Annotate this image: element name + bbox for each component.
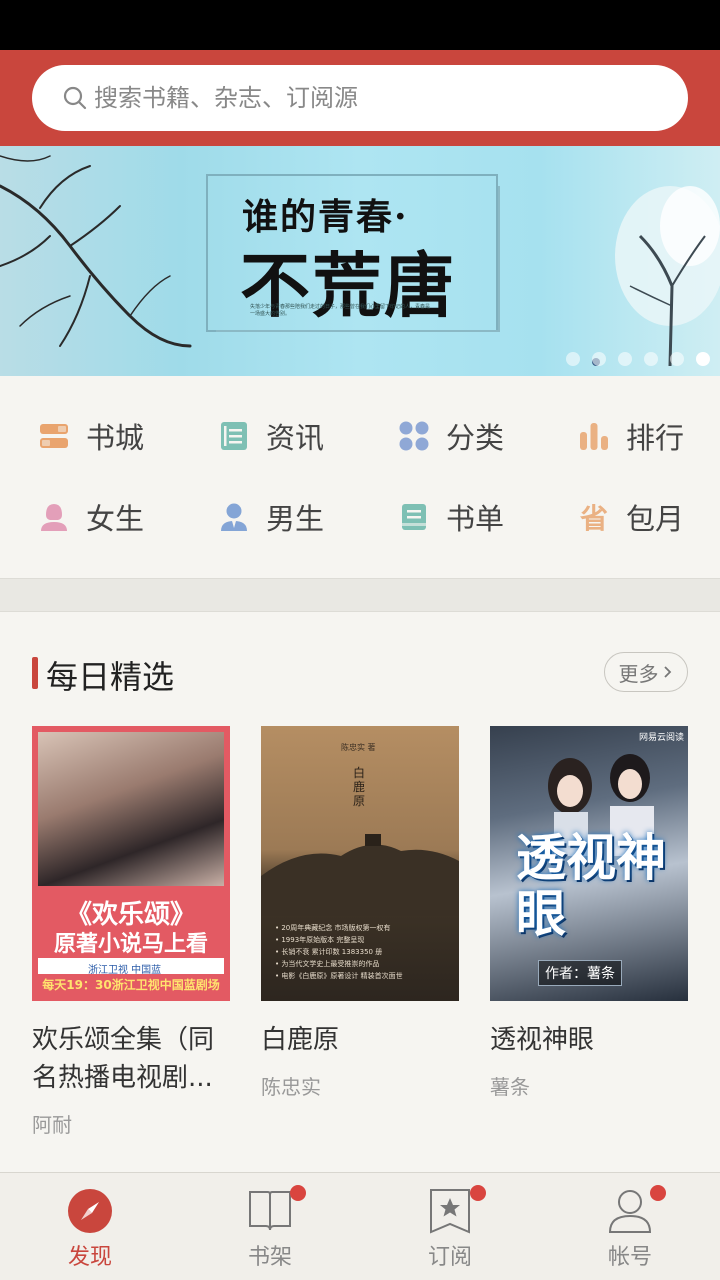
book-author: 薯条: [490, 1075, 530, 1099]
account-icon: [608, 1190, 652, 1233]
compass-icon: [68, 1189, 112, 1233]
cover-author: 作者：薯条: [538, 960, 622, 986]
male-icon: [221, 503, 247, 531]
tree-branch-left-illustration: [0, 155, 192, 348]
nav-item-bookstore[interactable]: 书城: [0, 406, 180, 466]
cover-publisher: 网易云阅读: [638, 733, 684, 743]
tab-discover[interactable]: 发现: [0, 1173, 180, 1280]
cover-note: • 20周年典藏纪念 市场版权第一权有: [275, 924, 391, 932]
tab-subscribe[interactable]: 订阅: [360, 1173, 540, 1280]
cover-logo-text: 浙江卫视 中国蓝: [88, 965, 162, 976]
tab-label-account: 帐号: [607, 1245, 652, 1270]
bookshelf-icon: [249, 1191, 291, 1231]
nav-label-male: 男生: [266, 502, 325, 536]
nav-label-monthly: 包月: [626, 502, 685, 536]
cover-vertical-title: 白鹿原: [353, 766, 366, 808]
tab-account[interactable]: 帐号: [540, 1173, 720, 1280]
cover-note: • 电影《白鹿原》原著设计 精装首次面世: [275, 972, 403, 980]
nav-item-monthly[interactable]: 省 包月: [540, 487, 720, 547]
book-author: 阿耐: [32, 1113, 72, 1137]
search-header: [0, 50, 720, 146]
tab-label-discover: 发现: [67, 1245, 112, 1270]
cover-note: • 1993年原始版本 完整呈现: [275, 936, 365, 944]
bookstore-icon: [40, 424, 68, 448]
search-box[interactable]: [32, 65, 688, 131]
more-label: 更多: [618, 661, 659, 686]
subscribe-icon: [430, 1189, 470, 1234]
promo-banner[interactable]: 谁的青春· 不荒唐 失落少年与青春那些陪我们走过的日子，那些曾在我们心里留下印记…: [0, 146, 720, 376]
nav-label-booklist: 书单: [446, 502, 505, 536]
book-card-2[interactable]: 陈忠实 著 白鹿原 • 20周年典藏纪念 市场版权第一权有 • 1993年原始版…: [261, 726, 459, 1100]
nav-label-bookstore: 书城: [86, 421, 145, 455]
section-title-daily: 每日精选: [46, 658, 175, 696]
nav-item-category[interactable]: 分类: [360, 406, 540, 466]
search-icon: [63, 86, 87, 110]
nav-item-booklist[interactable]: 书单: [360, 487, 540, 547]
book-title: 透视神眼: [490, 1025, 595, 1055]
book-card-3[interactable]: 网易云阅读 透视神眼 作者：薯条 透视神眼 薯条: [490, 726, 688, 1100]
status-bar: [0, 0, 720, 50]
book-title: 欢乐颂全集（同名热播电视剧...: [32, 1025, 215, 1093]
female-icon: [41, 504, 67, 531]
nav-label-female: 女生: [86, 502, 145, 536]
cover-notes: • 20周年典藏纪念 市场版权第一权有 • 1993年原始版本 完整呈现 • 长…: [275, 922, 403, 982]
cover-logo-strip: 浙江卫视 中国蓝: [38, 958, 224, 976]
svg-text:省: 省: [580, 502, 608, 533]
tab-icon-wrap: [606, 1185, 666, 1235]
cover-note: • 为当代文学史上最受推崇的作品: [275, 960, 380, 968]
tab-icon-wrap: [66, 1187, 114, 1235]
nav-item-ranking[interactable]: 排行: [540, 406, 720, 466]
bottom-tab-bar: 发现 书架 订阅 帐号: [0, 1172, 720, 1280]
cover-big-title: 透视神眼: [516, 828, 666, 943]
nav-item-female[interactable]: 女生: [0, 487, 180, 547]
category-nav-grid: 书城 资讯 分类 排行 女生 男生 书单 省 包月: [0, 376, 720, 578]
cover-subtitle: 原著小说马上看: [53, 932, 208, 957]
banner-dot-2[interactable]: [592, 352, 606, 366]
nav-label-news: 资讯: [266, 421, 325, 455]
book-cover-2[interactable]: 陈忠实 著 白鹿原 • 20周年典藏纪念 市场版权第一权有 • 1993年原始版…: [261, 726, 459, 1001]
more-button[interactable]: 更多: [604, 652, 688, 692]
section-accent-bar: [32, 657, 38, 689]
banner-dot-6[interactable]: [696, 352, 710, 366]
news-icon: [221, 422, 247, 450]
book-cover-3[interactable]: 网易云阅读 透视神眼 作者：薯条: [490, 726, 688, 1001]
cover-photo: [38, 732, 224, 886]
section-divider: [0, 578, 720, 612]
subscribe-badge: [470, 1185, 486, 1201]
monthly-icon: 省: [580, 502, 608, 533]
cover-note: • 长销不衰 累计印数 1383350 册: [275, 948, 383, 956]
book-author: 陈忠实: [261, 1075, 321, 1099]
search-input[interactable]: [94, 84, 634, 112]
chevron-right-icon: [663, 666, 671, 678]
banner-dot-4[interactable]: [644, 352, 658, 366]
banner-dot-1[interactable]: [566, 352, 580, 366]
cover-header: 陈忠实 著: [341, 743, 376, 752]
booklist-icon: [402, 504, 426, 530]
bookshelf-badge: [290, 1185, 306, 1201]
tab-label-bookshelf: 书架: [247, 1245, 292, 1270]
snowy-tree-right-illustration: [592, 186, 720, 367]
tab-label-subscribe: 订阅: [427, 1245, 472, 1270]
tab-bookshelf[interactable]: 书架: [180, 1173, 360, 1280]
banner-dot-5[interactable]: [670, 352, 684, 366]
book-cover-1[interactable]: 《欢乐颂》 原著小说马上看 浙江卫视 中国蓝 每天19：30浙江卫视中国蓝剧场: [32, 726, 230, 1001]
ranking-icon: [580, 423, 608, 450]
book-card-1[interactable]: 《欢乐颂》 原著小说马上看 浙江卫视 中国蓝 每天19：30浙江卫视中国蓝剧场 …: [32, 726, 230, 1138]
category-icon: [399, 421, 429, 451]
banner-dot-3[interactable]: [618, 352, 632, 366]
nav-label-ranking: 排行: [626, 421, 685, 455]
tab-icon-wrap: [426, 1185, 486, 1235]
tab-icon-wrap: [246, 1185, 306, 1235]
cover-landscape: [261, 834, 459, 916]
account-badge: [650, 1185, 666, 1201]
nav-label-category: 分类: [446, 421, 505, 455]
banner-pagination[interactable]: [566, 352, 710, 366]
nav-item-news[interactable]: 资讯: [180, 406, 360, 466]
cover-schedule: 每天19：30浙江卫视中国蓝剧场: [42, 978, 220, 992]
banner-fine-print: 失落少年与青春那些陪我们走过的日子，那些曾在我们心里留下印记的人，青春是一场盛大…: [250, 304, 431, 317]
book-title: 白鹿原: [261, 1025, 340, 1055]
nav-item-male[interactable]: 男生: [180, 487, 360, 547]
